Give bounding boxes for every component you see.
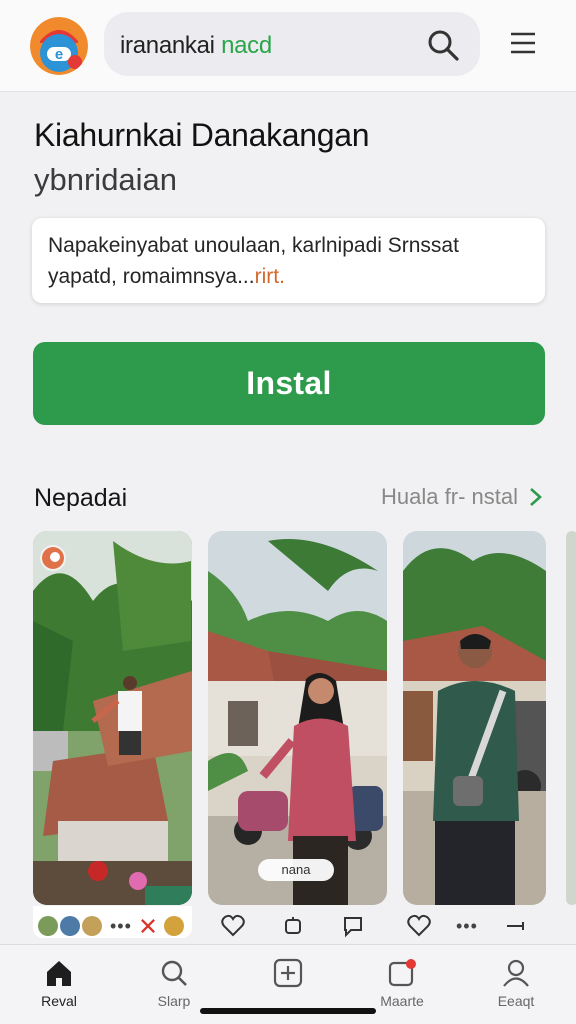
nav-home-label: Reval [41, 993, 77, 1009]
screenshot-thumbnail-1[interactable] [33, 531, 192, 905]
man-market-photo [403, 531, 546, 905]
developer-avatar [40, 545, 66, 571]
home-indicator[interactable] [200, 1008, 376, 1014]
screenshots-section-title: Nepadai [34, 484, 128, 512]
screenshot-thumbnail-4[interactable] [566, 531, 576, 905]
avatar [38, 916, 58, 936]
nav-home[interactable]: Reval [14, 957, 104, 1009]
profile-icon [503, 959, 529, 987]
app-title: Kiahurnkai Danakangan [34, 117, 370, 153]
add-icon [273, 958, 303, 988]
screenshot-caption: nana [258, 859, 334, 881]
search-input[interactable]: iranankai nacd [104, 12, 480, 76]
description-card: Napakeinyabat unoulaan, karlnipadi Srnss… [32, 218, 545, 303]
screenshot-thumbnail-3[interactable] [403, 531, 546, 905]
screenshot-3-actions: ••• [406, 912, 528, 940]
avatar [163, 916, 184, 936]
app-subtitle: ybnridaian [34, 162, 178, 197]
heart-icon[interactable] [220, 913, 246, 939]
woman-house-photo [208, 531, 387, 905]
village-roof-photo [33, 531, 192, 905]
nav-search[interactable]: Slarp [129, 957, 219, 1009]
nav-add[interactable] [243, 957, 333, 993]
app-logo-icon[interactable]: e [30, 17, 88, 75]
avatar [60, 916, 80, 936]
nav-profile-label: Eeaqt [497, 993, 535, 1009]
description-line-1: Napakeinyabat unoulaan, karlnipadi Srnss… [48, 234, 459, 257]
chevron-right-icon [530, 488, 542, 506]
screenshot-1-actions: ••• [38, 912, 186, 940]
search-icon [161, 960, 187, 986]
screenshot-thumbnail-2[interactable] [208, 531, 387, 905]
comment-icon[interactable] [340, 913, 366, 939]
home-icon [47, 961, 71, 986]
nav-notifications[interactable]: Maarte [357, 957, 447, 1009]
avatar [82, 916, 102, 936]
notification-icon [388, 959, 416, 987]
more-dots-icon[interactable]: ••• [110, 916, 132, 937]
nav-notifications-label: Maarte [380, 993, 424, 1009]
screenshot-2-actions [220, 912, 366, 940]
expand-icon[interactable] [502, 913, 528, 939]
more-dots-icon[interactable]: ••• [456, 916, 478, 937]
search-text: iranankai nacd [120, 32, 272, 59]
nav-profile[interactable]: Eeaqt [471, 957, 561, 1009]
description-line-2: yapatd, romaimnsya...rirt. [48, 265, 285, 288]
top-bar: e iranankai nacd [0, 0, 576, 92]
see-all-link[interactable]: Huala fr- nstal [381, 484, 544, 510]
search-icon[interactable] [426, 28, 460, 62]
share-icon[interactable] [280, 913, 306, 939]
install-button[interactable]: Instal [33, 342, 545, 425]
hamburger-menu-icon[interactable] [508, 30, 538, 56]
close-x-icon[interactable] [138, 916, 158, 936]
see-all-label: Huala fr- nstal [381, 484, 518, 509]
svg-text:e: e [55, 46, 63, 63]
nav-search-label: Slarp [157, 993, 191, 1009]
heart-icon[interactable] [406, 913, 432, 939]
